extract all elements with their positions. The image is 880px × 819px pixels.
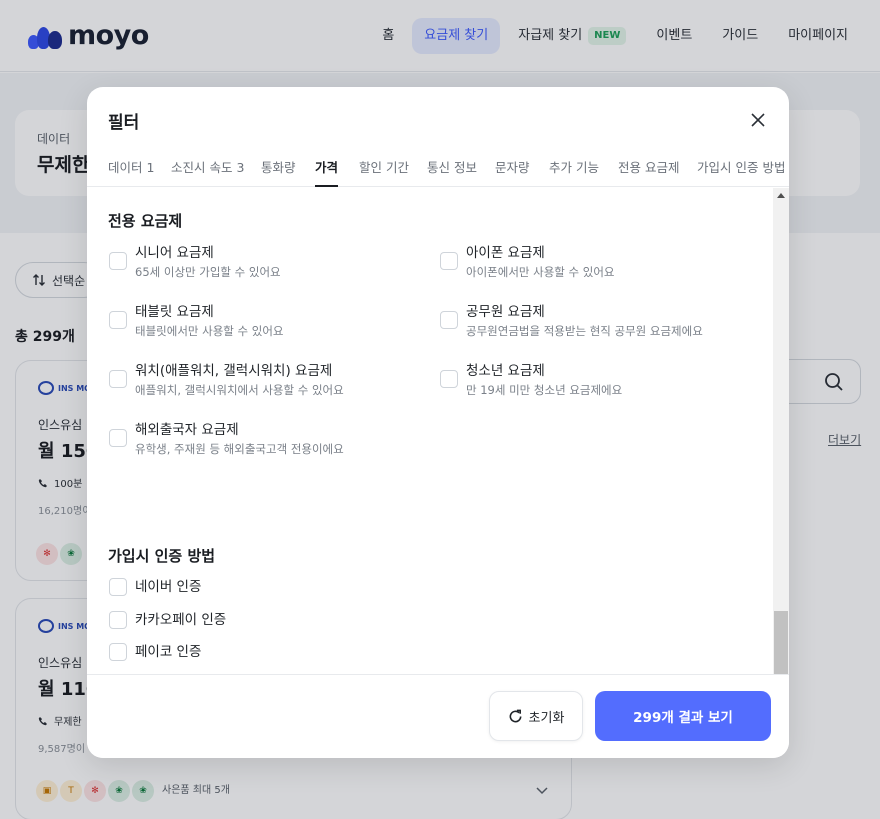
reset-label: 초기화 [528, 710, 565, 726]
scroll-up-arrow-icon[interactable] [777, 193, 785, 198]
close-button[interactable] [745, 107, 771, 133]
option-label: 페이코 인증 [135, 644, 202, 660]
tab-call-volume[interactable]: 통화량 [261, 157, 296, 187]
option-desc: 태블릿에서만 사용할 수 있어요 [135, 324, 284, 338]
option-desc: 애플워치, 갤럭시워치에서 사용할 수 있어요 [135, 383, 344, 397]
option-desc: 공무원연금법을 적용받는 현직 공무원 요금제에요 [466, 324, 703, 338]
show-results-button[interactable]: 299개 결과 보기 [595, 691, 771, 741]
scrollbar-thumb[interactable] [774, 611, 788, 674]
option-label: 카카오페이 인증 [135, 612, 227, 628]
option-label: 공무원 요금제 [466, 304, 545, 320]
option-desc: 아이폰에서만 사용할 수 있어요 [466, 265, 615, 279]
option-kakaopay-auth[interactable]: 카카오페이 인증 [109, 610, 226, 630]
filter-modal: 필터 데이터 1 소진시 속도 3 통화량 가격 할인 기간 통신 정보 문자량… [87, 87, 789, 758]
option-overseas-plan[interactable]: 해외출국자 요금제유학생, 주재원 등 해외출국고객 전용이에요 [109, 420, 344, 458]
checkbox[interactable] [440, 311, 458, 329]
checkbox[interactable] [109, 643, 127, 661]
option-naver-auth[interactable]: 네이버 인증 [109, 577, 201, 597]
option-watch-plan[interactable]: 워치(애플워치, 갤럭시워치) 요금제애플워치, 갤럭시워치에서 사용할 수 있… [109, 361, 344, 399]
tab-price[interactable]: 가격 [315, 157, 339, 187]
checkbox[interactable] [109, 611, 127, 629]
section-title-auth: 가입시 인증 방법 [108, 547, 216, 565]
tab-discount-period[interactable]: 할인 기간 [359, 157, 409, 187]
checkbox[interactable] [440, 370, 458, 388]
option-desc: 유학생, 주재원 등 해외출국고객 전용이에요 [135, 442, 344, 456]
option-label: 아이폰 요금제 [466, 245, 545, 261]
option-label: 워치(애플워치, 갤럭시워치) 요금제 [135, 363, 333, 379]
option-label: 해외출국자 요금제 [135, 422, 239, 438]
option-senior-plan[interactable]: 시니어 요금제 65세 이상만 가입할 수 있어요 [109, 243, 281, 281]
close-icon [751, 113, 765, 127]
option-label: 네이버 인증 [135, 579, 202, 595]
filter-scroll-area[interactable]: 전용 요금제 시니어 요금제 65세 이상만 가입할 수 있어요 아이폰 요금제 아… [87, 188, 789, 674]
tab-extra-features[interactable]: 추가 기능 [549, 157, 599, 187]
option-iphone-plan[interactable]: 아이폰 요금제아이폰에서만 사용할 수 있어요 [440, 243, 615, 281]
checkbox[interactable] [109, 252, 127, 270]
tab-sms-volume[interactable]: 문자량 [495, 157, 530, 187]
option-desc: 만 19세 미만 청소년 요금제에요 [466, 383, 623, 397]
checkbox[interactable] [109, 429, 127, 447]
option-payco-auth[interactable]: 페이코 인증 [109, 642, 201, 662]
tab-data[interactable]: 데이터 1 [108, 157, 154, 187]
option-label: 태블릿 요금제 [135, 304, 214, 320]
filter-tabs: 데이터 1 소진시 속도 3 통화량 가격 할인 기간 통신 정보 문자량 추가… [87, 147, 789, 187]
option-tablet-plan[interactable]: 태블릿 요금제태블릿에서만 사용할 수 있어요 [109, 302, 284, 340]
modal-footer: 초기화 299개 결과 보기 [87, 674, 789, 758]
checkbox[interactable] [109, 578, 127, 596]
checkbox[interactable] [440, 252, 458, 270]
option-desc: 65세 이상만 가입할 수 있어요 [135, 265, 281, 279]
option-youth-plan[interactable]: 청소년 요금제만 19세 미만 청소년 요금제에요 [440, 361, 622, 399]
option-label: 청소년 요금제 [466, 363, 545, 379]
checkbox[interactable] [109, 311, 127, 329]
option-label: 시니어 요금제 [135, 245, 214, 261]
option-public-servant-plan[interactable]: 공무원 요금제공무원연금법을 적용받는 현직 공무원 요금제에요 [440, 302, 703, 340]
tab-dedicated-plans[interactable]: 전용 요금제 [618, 157, 679, 187]
modal-title: 필터 [108, 113, 140, 133]
checkbox[interactable] [109, 370, 127, 388]
tab-speed-after-exhaustion[interactable]: 소진시 속도 3 [171, 157, 244, 187]
section-title-dedicated: 전용 요금제 [108, 212, 183, 230]
scrollbar[interactable] [773, 188, 789, 674]
reset-button[interactable]: 초기화 [489, 691, 583, 741]
tab-network-info[interactable]: 통신 정보 [427, 157, 477, 187]
tab-signup-auth[interactable]: 가입시 인증 방법 [697, 157, 785, 187]
refresh-icon [509, 709, 521, 722]
